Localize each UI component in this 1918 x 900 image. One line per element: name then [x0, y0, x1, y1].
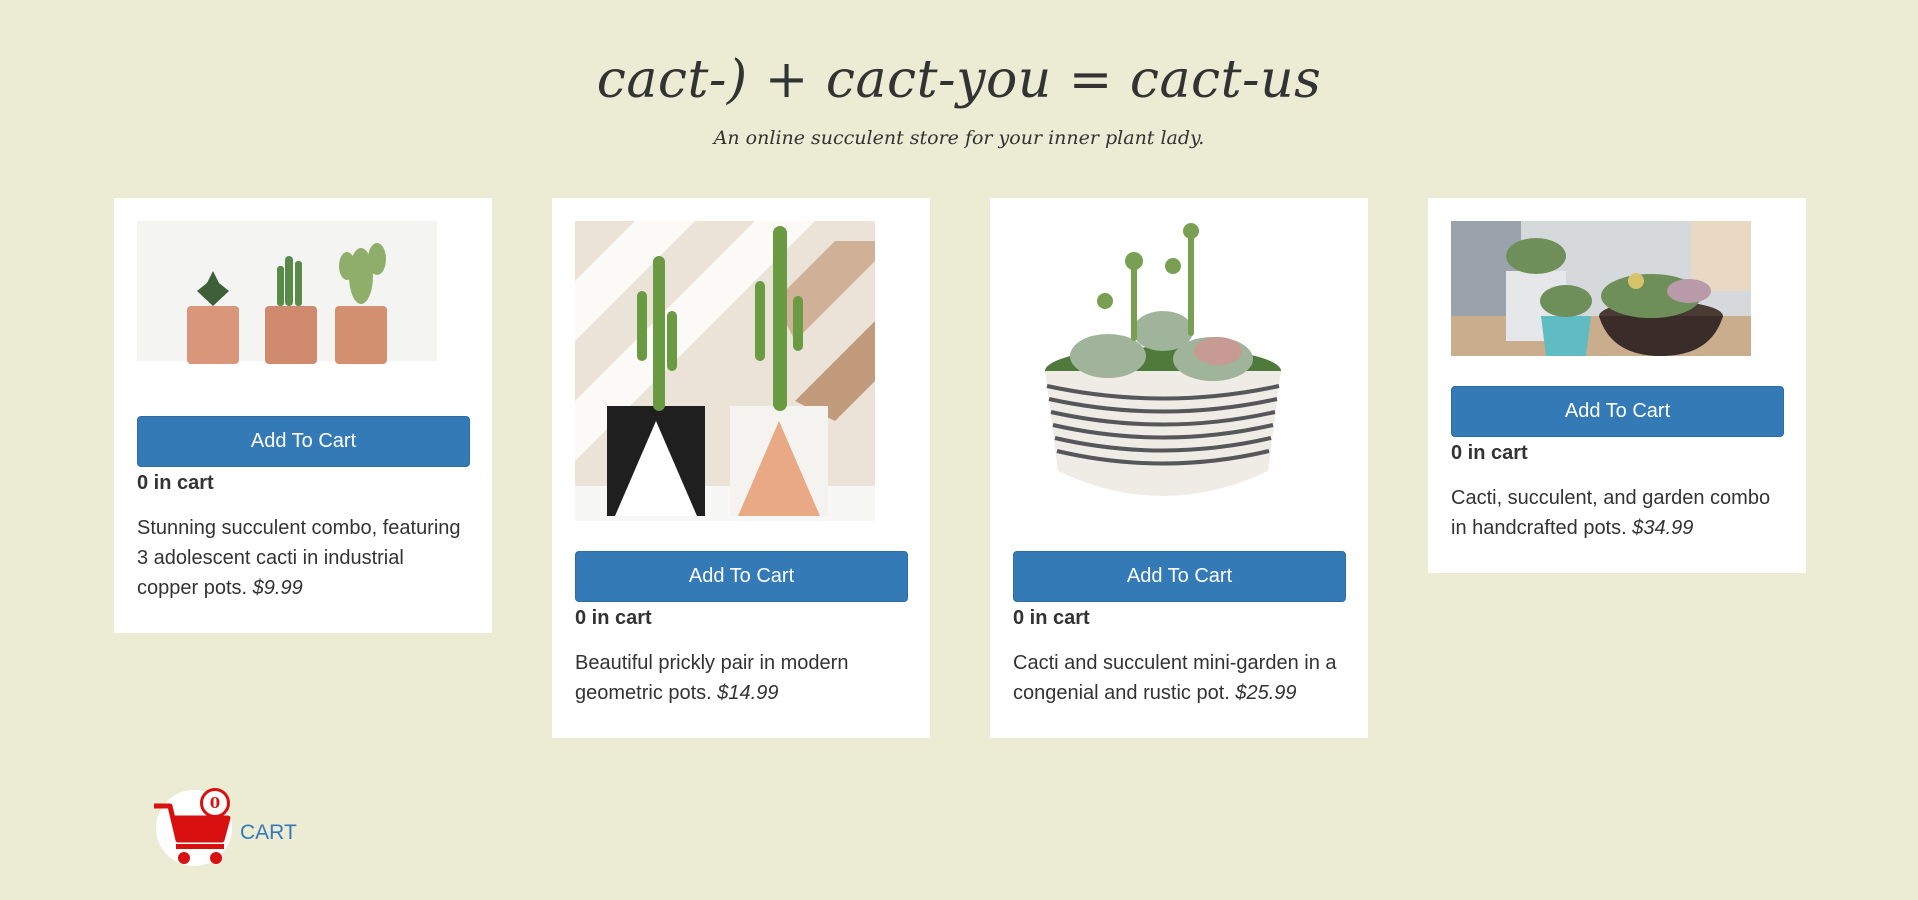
cart-link[interactable]: CART: [240, 821, 297, 845]
cart-count-label: 0 in cart: [575, 607, 652, 629]
product-image-copper-cacti[interactable]: [137, 221, 437, 386]
product-price: $34.99: [1632, 517, 1694, 539]
product-description-text: Cacti, succulent, and garden combo in ha…: [1451, 487, 1771, 539]
product-photo: [137, 221, 437, 386]
cart-count-label: 0 in cart: [1013, 607, 1090, 629]
cart-count-label: 0 in cart: [137, 472, 214, 494]
product-image-mini-garden[interactable]: [1013, 221, 1313, 521]
product-price: $9.99: [252, 577, 303, 599]
product-price: $25.99: [1235, 682, 1297, 704]
cart-widget[interactable]: 0 CART: [150, 788, 297, 868]
product-photo: [1451, 221, 1751, 356]
product-photo: [1013, 221, 1313, 521]
product-description: Stunning succulent combo, featuring 3 ad…: [137, 513, 470, 603]
page-header: cact-) + cact-you = cact-us An online su…: [0, 40, 1918, 150]
product-image-prickly-pair[interactable]: [575, 221, 875, 521]
cart-count-label: 0 in cart: [1451, 442, 1528, 464]
product-description: Beautiful prickly pair in modern geometr…: [575, 648, 908, 708]
product-description: Cacti and succulent mini-garden in a con…: [1013, 648, 1346, 708]
product-card: Add To Cart 0 in cart Stunning succulent…: [114, 198, 492, 633]
add-to-cart-button[interactable]: Add To Cart: [1451, 386, 1784, 437]
product-photo: [575, 221, 875, 521]
product-image-handcrafted-pots[interactable]: [1451, 221, 1751, 356]
cart-count-badge: 0: [200, 788, 230, 818]
shopping-cart-icon[interactable]: 0: [150, 788, 238, 868]
add-to-cart-button[interactable]: Add To Cart: [1013, 551, 1346, 602]
product-card: Add To Cart 0 in cart Cacti and succulen…: [990, 198, 1368, 738]
add-to-cart-button[interactable]: Add To Cart: [575, 551, 908, 602]
page-title: cact-) + cact-you = cact-us: [596, 50, 1322, 110]
add-to-cart-button[interactable]: Add To Cart: [137, 416, 470, 467]
page-subtitle: An online succulent store for your inner…: [713, 127, 1205, 149]
product-price: $14.99: [717, 682, 779, 704]
product-card: Add To Cart 0 in cart Cacti, succulent, …: [1428, 198, 1806, 573]
product-card: Add To Cart 0 in cart Beautiful prickly …: [552, 198, 930, 738]
product-description-text: Beautiful prickly pair in modern geometr…: [575, 652, 849, 704]
product-description: Cacti, succulent, and garden combo in ha…: [1451, 483, 1784, 543]
